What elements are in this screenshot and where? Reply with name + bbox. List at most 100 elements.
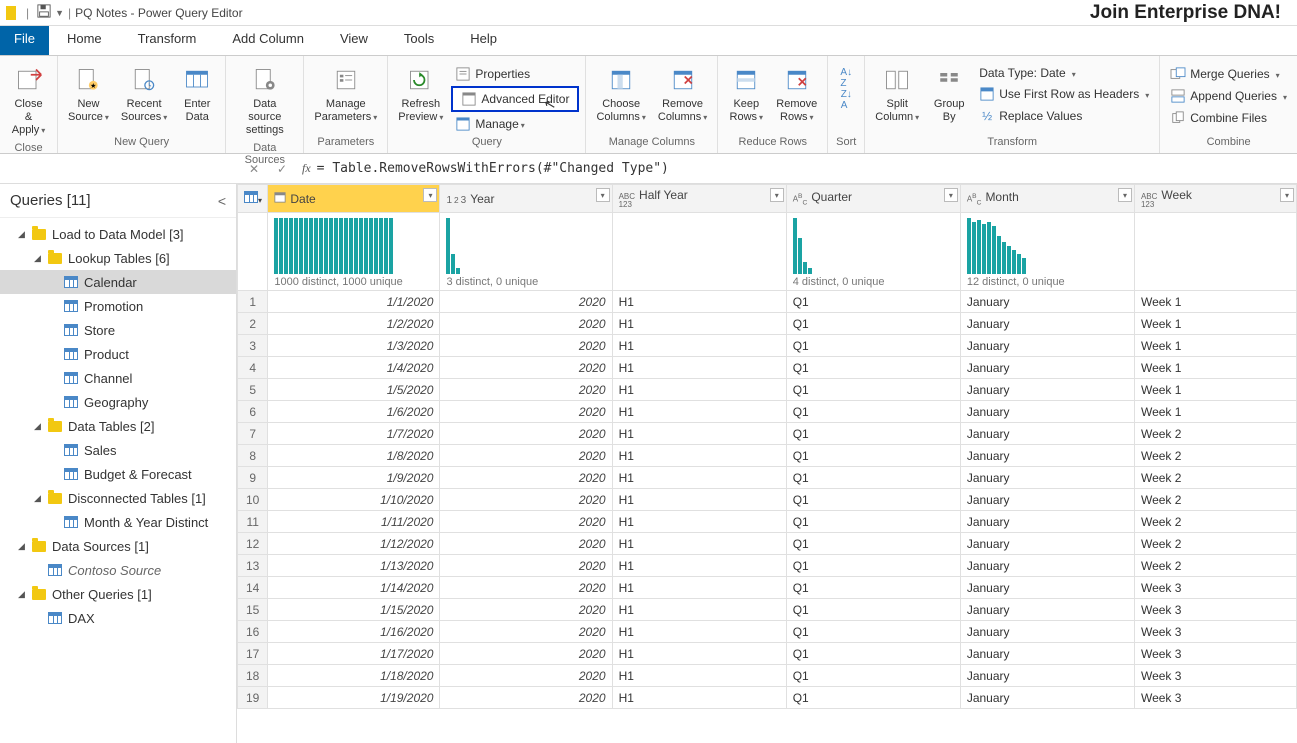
fx-icon[interactable]: fx xyxy=(302,161,311,176)
table-row[interactable]: 131/13/20202020H1Q1JanuaryWeek 2 xyxy=(238,555,1297,577)
title-dropdown-icon[interactable]: ▼ xyxy=(55,8,64,18)
table-row[interactable]: 11/1/20202020H1Q1JanuaryWeek 1 xyxy=(238,291,1297,313)
first-row-headers-button[interactable]: Use First Row as Headers xyxy=(975,84,1153,104)
remove-columns-button[interactable]: Remove Columns xyxy=(654,62,711,126)
close-apply-button[interactable]: Close & Apply xyxy=(6,62,51,140)
row-number[interactable]: 18 xyxy=(238,665,268,687)
cell-month[interactable]: January xyxy=(960,445,1134,467)
column-header-date[interactable]: Date▾ xyxy=(268,185,440,213)
column-filter-button[interactable]: ▾ xyxy=(770,188,784,202)
cell-quarter[interactable]: Q1 xyxy=(786,489,960,511)
manage-parameters-button[interactable]: Manage Parameters xyxy=(310,62,381,126)
cell-week[interactable]: Week 1 xyxy=(1134,335,1296,357)
column-type-icon[interactable]: ABC123 xyxy=(619,193,635,209)
cell-year[interactable]: 2020 xyxy=(440,511,612,533)
group-by-button[interactable]: Group By xyxy=(927,62,971,126)
cell-date[interactable]: 1/16/2020 xyxy=(268,621,440,643)
tree-folder[interactable]: ◢Data Sources [1] xyxy=(0,534,236,558)
cell-quarter[interactable]: Q1 xyxy=(786,445,960,467)
table-row[interactable]: 171/17/20202020H1Q1JanuaryWeek 3 xyxy=(238,643,1297,665)
cell-week[interactable]: Week 2 xyxy=(1134,511,1296,533)
cell-year[interactable]: 2020 xyxy=(440,291,612,313)
cell-half[interactable]: H1 xyxy=(612,555,786,577)
cell-quarter[interactable]: Q1 xyxy=(786,511,960,533)
cell-month[interactable]: January xyxy=(960,511,1134,533)
choose-columns-button[interactable]: Choose Columns xyxy=(592,62,649,126)
cell-date[interactable]: 1/15/2020 xyxy=(268,599,440,621)
cell-date[interactable]: 1/5/2020 xyxy=(268,379,440,401)
formula-text[interactable]: = Table.RemoveRowsWithErrors(#"Changed T… xyxy=(317,161,669,176)
row-number[interactable]: 15 xyxy=(238,599,268,621)
column-header-half-year[interactable]: ABC123Half Year▾ xyxy=(612,185,786,213)
data-type-button[interactable]: Data Type: Date xyxy=(975,64,1153,82)
cell-half[interactable]: H1 xyxy=(612,511,786,533)
tree-folder[interactable]: ◢Disconnected Tables [1] xyxy=(0,486,236,510)
cell-quarter[interactable]: Q1 xyxy=(786,335,960,357)
row-number[interactable]: 13 xyxy=(238,555,268,577)
cell-month[interactable]: January xyxy=(960,621,1134,643)
cell-date[interactable]: 1/3/2020 xyxy=(268,335,440,357)
cell-week[interactable]: Week 1 xyxy=(1134,401,1296,423)
cell-month[interactable]: January xyxy=(960,401,1134,423)
cell-month[interactable]: January xyxy=(960,335,1134,357)
column-type-icon[interactable]: ABC xyxy=(967,194,982,207)
tree-query[interactable]: Store xyxy=(0,318,236,342)
combine-files-button[interactable]: Combine Files xyxy=(1166,108,1291,128)
cell-month[interactable]: January xyxy=(960,357,1134,379)
cell-quarter[interactable]: Q1 xyxy=(786,533,960,555)
cell-date[interactable]: 1/7/2020 xyxy=(268,423,440,445)
cell-year[interactable]: 2020 xyxy=(440,357,612,379)
tree-query[interactable]: Budget & Forecast xyxy=(0,462,236,486)
cell-month[interactable]: January xyxy=(960,467,1134,489)
cell-half[interactable]: H1 xyxy=(612,313,786,335)
cell-date[interactable]: 1/18/2020 xyxy=(268,665,440,687)
row-number[interactable]: 6 xyxy=(238,401,268,423)
cell-year[interactable]: 2020 xyxy=(440,665,612,687)
row-number[interactable]: 5 xyxy=(238,379,268,401)
table-row[interactable]: 81/8/20202020H1Q1JanuaryWeek 2 xyxy=(238,445,1297,467)
cell-week[interactable]: Week 3 xyxy=(1134,665,1296,687)
cell-week[interactable]: Week 1 xyxy=(1134,291,1296,313)
cell-week[interactable]: Week 2 xyxy=(1134,489,1296,511)
append-queries-button[interactable]: Append Queries xyxy=(1166,86,1291,106)
cell-week[interactable]: Week 3 xyxy=(1134,643,1296,665)
formula-accept-button[interactable]: ✓ xyxy=(268,157,296,181)
tab-help[interactable]: Help xyxy=(452,26,515,55)
cell-date[interactable]: 1/19/2020 xyxy=(268,687,440,709)
cell-week[interactable]: Week 2 xyxy=(1134,533,1296,555)
cell-month[interactable]: January xyxy=(960,489,1134,511)
column-filter-button[interactable]: ▾ xyxy=(1118,188,1132,202)
table-row[interactable]: 51/5/20202020H1Q1JanuaryWeek 1 xyxy=(238,379,1297,401)
tree-query[interactable]: Sales xyxy=(0,438,236,462)
formula-cancel-button[interactable]: ✕ xyxy=(240,157,268,181)
column-header-month[interactable]: ABCMonth▾ xyxy=(960,185,1134,213)
row-number[interactable]: 1 xyxy=(238,291,268,313)
cell-half[interactable]: H1 xyxy=(612,379,786,401)
table-row[interactable]: 41/4/20202020H1Q1JanuaryWeek 1 xyxy=(238,357,1297,379)
column-filter-button[interactable]: ▾ xyxy=(1280,188,1294,202)
cell-date[interactable]: 1/10/2020 xyxy=(268,489,440,511)
cell-quarter[interactable]: Q1 xyxy=(786,313,960,335)
cell-quarter[interactable]: Q1 xyxy=(786,467,960,489)
tree-folder[interactable]: ◢Data Tables [2] xyxy=(0,414,236,438)
tab-view[interactable]: View xyxy=(322,26,386,55)
cell-year[interactable]: 2020 xyxy=(440,489,612,511)
tree-query[interactable]: DAX xyxy=(0,606,236,630)
cell-month[interactable]: January xyxy=(960,687,1134,709)
cell-date[interactable]: 1/14/2020 xyxy=(268,577,440,599)
cell-week[interactable]: Week 2 xyxy=(1134,555,1296,577)
cell-date[interactable]: 1/1/2020 xyxy=(268,291,440,313)
split-column-button[interactable]: Split Column xyxy=(871,62,923,126)
cell-date[interactable]: 1/4/2020 xyxy=(268,357,440,379)
row-number[interactable]: 14 xyxy=(238,577,268,599)
sidebar-collapse-button[interactable]: < xyxy=(218,193,226,209)
cell-week[interactable]: Week 3 xyxy=(1134,621,1296,643)
table-row[interactable]: 151/15/20202020H1Q1JanuaryWeek 3 xyxy=(238,599,1297,621)
properties-button[interactable]: Properties xyxy=(451,64,579,84)
cta-banner[interactable]: Join Enterprise DNA! xyxy=(1090,2,1291,24)
tree-query[interactable]: Month & Year Distinct xyxy=(0,510,236,534)
table-row[interactable]: 21/2/20202020H1Q1JanuaryWeek 1 xyxy=(238,313,1297,335)
cell-date[interactable]: 1/2/2020 xyxy=(268,313,440,335)
data-grid[interactable]: ▾Date▾123Year▾ABC123Half Year▾ABCQuarter… xyxy=(237,184,1297,743)
cell-date[interactable]: 1/6/2020 xyxy=(268,401,440,423)
